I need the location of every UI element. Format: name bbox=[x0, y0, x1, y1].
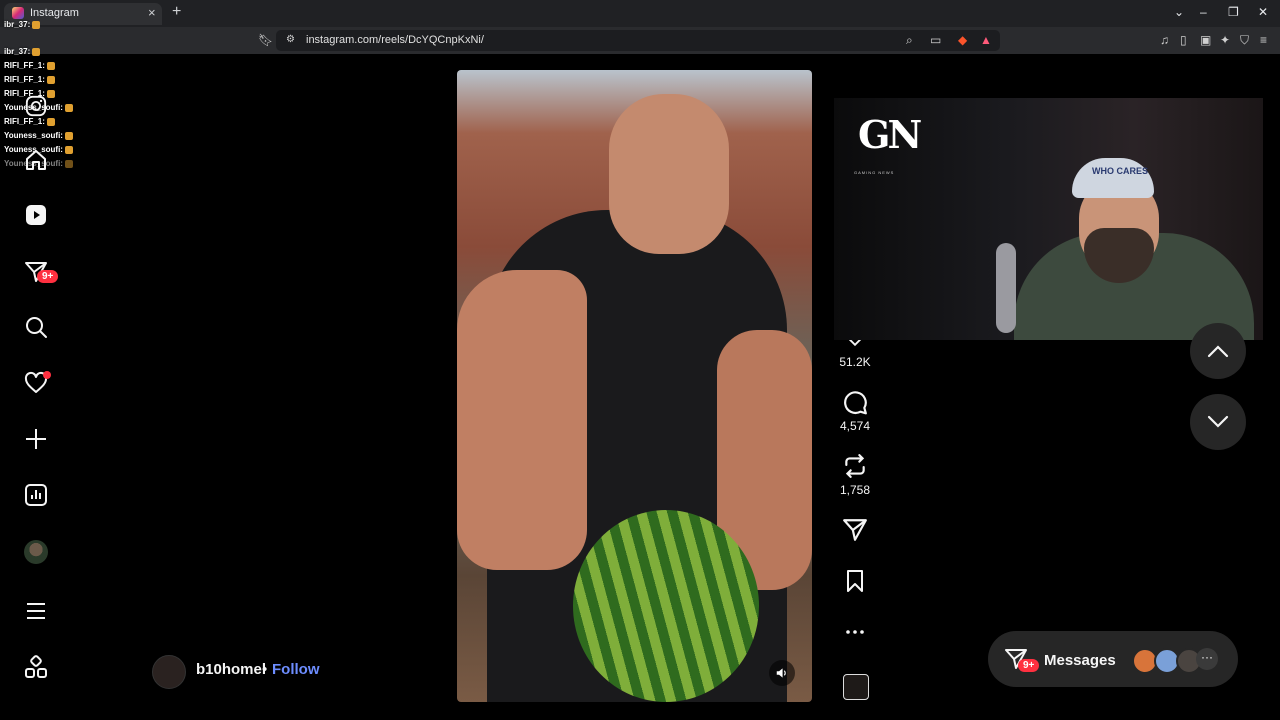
streamer: WHO CARES bbox=[984, 138, 1254, 340]
follow-button[interactable]: Follow bbox=[272, 661, 320, 678]
chat-message: ibr_37: bbox=[4, 20, 41, 29]
minimize-button[interactable]: – bbox=[1200, 5, 1207, 19]
emote-icon bbox=[46, 75, 55, 84]
brave-rewards-icon[interactable]: ▲ bbox=[980, 33, 992, 47]
chat-message: Youness_soufi: bbox=[4, 131, 73, 140]
create-icon[interactable] bbox=[22, 425, 50, 453]
instagram-favicon-icon bbox=[12, 7, 24, 19]
search-icon[interactable] bbox=[22, 313, 50, 341]
also-from-meta-icon[interactable] bbox=[22, 653, 50, 681]
media-icon[interactable]: ♫ bbox=[1160, 33, 1169, 47]
video-content bbox=[609, 94, 729, 254]
restore-button[interactable]: ❐ bbox=[1228, 5, 1239, 19]
profile-avatar[interactable] bbox=[22, 538, 50, 566]
comments-count: 4,574 bbox=[839, 419, 871, 433]
close-window-button[interactable]: ✕ bbox=[1258, 5, 1268, 19]
chat-message: ibr_37: bbox=[4, 47, 41, 56]
video-content bbox=[573, 510, 759, 702]
tab-list-chevron-icon[interactable]: ⌄ bbox=[1174, 5, 1184, 19]
brave-shield-icon[interactable]: ◆ bbox=[958, 33, 967, 47]
save-button[interactable] bbox=[840, 569, 870, 598]
tab-title: Instagram bbox=[30, 7, 79, 19]
chat-message: RIFI_FF_1: bbox=[4, 61, 55, 70]
repost-button[interactable] bbox=[840, 453, 870, 484]
heart-notifications-icon[interactable] bbox=[22, 369, 51, 397]
emote-icon bbox=[64, 159, 73, 168]
zoom-icon[interactable]: ⌕ bbox=[906, 33, 913, 48]
messages-button[interactable]: 9+ Messages ··· bbox=[988, 631, 1238, 687]
cast-icon[interactable]: ▭ bbox=[930, 33, 941, 47]
browser-toolbar: 🔖︎ ⚙︎ instagram.com/reels/DcYQCnpKxNi/ ⌕… bbox=[0, 27, 1280, 54]
emote-icon bbox=[46, 61, 55, 70]
likes-count: 51.2K bbox=[839, 355, 871, 369]
streamer-webcam: GN GAMING NEWS WHO CARES bbox=[834, 98, 1263, 340]
share-button[interactable] bbox=[840, 517, 870, 548]
more-messages-icon: ··· bbox=[1196, 648, 1218, 670]
reel-video[interactable] bbox=[457, 70, 812, 702]
reels-icon[interactable] bbox=[22, 201, 50, 229]
separator-dot: • bbox=[262, 661, 268, 678]
menu-icon[interactable]: ≡ bbox=[1260, 33, 1267, 47]
home-icon[interactable] bbox=[22, 146, 50, 174]
vpn-icon[interactable]: ⛉ bbox=[1240, 33, 1249, 48]
instagram-logo-icon[interactable] bbox=[22, 92, 50, 120]
comment-button[interactable] bbox=[840, 390, 870, 421]
more-menu-icon[interactable] bbox=[22, 597, 50, 625]
emote-icon bbox=[32, 20, 41, 29]
author-username[interactable]: b10homel bbox=[196, 661, 266, 678]
browser-tab-bar: Instagram × + ⌄ – ❐ ✕ bbox=[0, 0, 1280, 27]
emote-icon bbox=[64, 145, 73, 154]
sidebar-toggle-icon[interactable]: ▯ bbox=[1180, 33, 1187, 47]
webcam-content bbox=[1072, 158, 1154, 198]
author-avatar[interactable] bbox=[152, 655, 186, 689]
gn-logo-subtitle: GAMING NEWS bbox=[854, 170, 895, 175]
address-bar[interactable]: ⚙︎ instagram.com/reels/DcYQCnpKxNi/ ⌕ ▭ … bbox=[276, 30, 1000, 51]
emote-icon bbox=[64, 131, 73, 140]
gn-logo: GN bbox=[858, 112, 922, 157]
url-text[interactable]: instagram.com/reels/DcYQCnpKxNi/ bbox=[306, 34, 484, 46]
tab-close-button[interactable]: × bbox=[148, 5, 156, 20]
previous-reel-button[interactable] bbox=[1190, 323, 1246, 379]
microphone bbox=[996, 243, 1016, 333]
dashboard-icon[interactable] bbox=[22, 481, 50, 509]
mute-button[interactable] bbox=[769, 660, 795, 686]
audio-thumbnail[interactable] bbox=[843, 674, 869, 700]
emote-icon bbox=[64, 103, 73, 112]
notifications-badge: 9+ bbox=[37, 270, 59, 283]
reposts-count: 1,758 bbox=[839, 483, 871, 497]
wallet-icon[interactable]: ▣ bbox=[1200, 33, 1211, 47]
next-reel-button[interactable] bbox=[1190, 394, 1246, 450]
cap-text: WHO CARES bbox=[1092, 166, 1148, 176]
video-content bbox=[457, 270, 587, 570]
more-options-button[interactable] bbox=[840, 624, 870, 645]
new-tab-button[interactable]: + bbox=[172, 3, 181, 21]
emote-icon bbox=[32, 47, 41, 56]
chat-message: RIFI_FF_1: bbox=[4, 75, 55, 84]
notification-dot bbox=[43, 371, 51, 379]
site-info-icon[interactable]: ⚙︎ bbox=[286, 34, 295, 45]
messages-badge: 9+ bbox=[1018, 659, 1040, 672]
leo-ai-icon[interactable]: ✦ bbox=[1220, 33, 1230, 47]
bookmark-icon[interactable]: 🔖︎ bbox=[258, 33, 273, 47]
messages-label: Messages bbox=[1044, 652, 1116, 669]
